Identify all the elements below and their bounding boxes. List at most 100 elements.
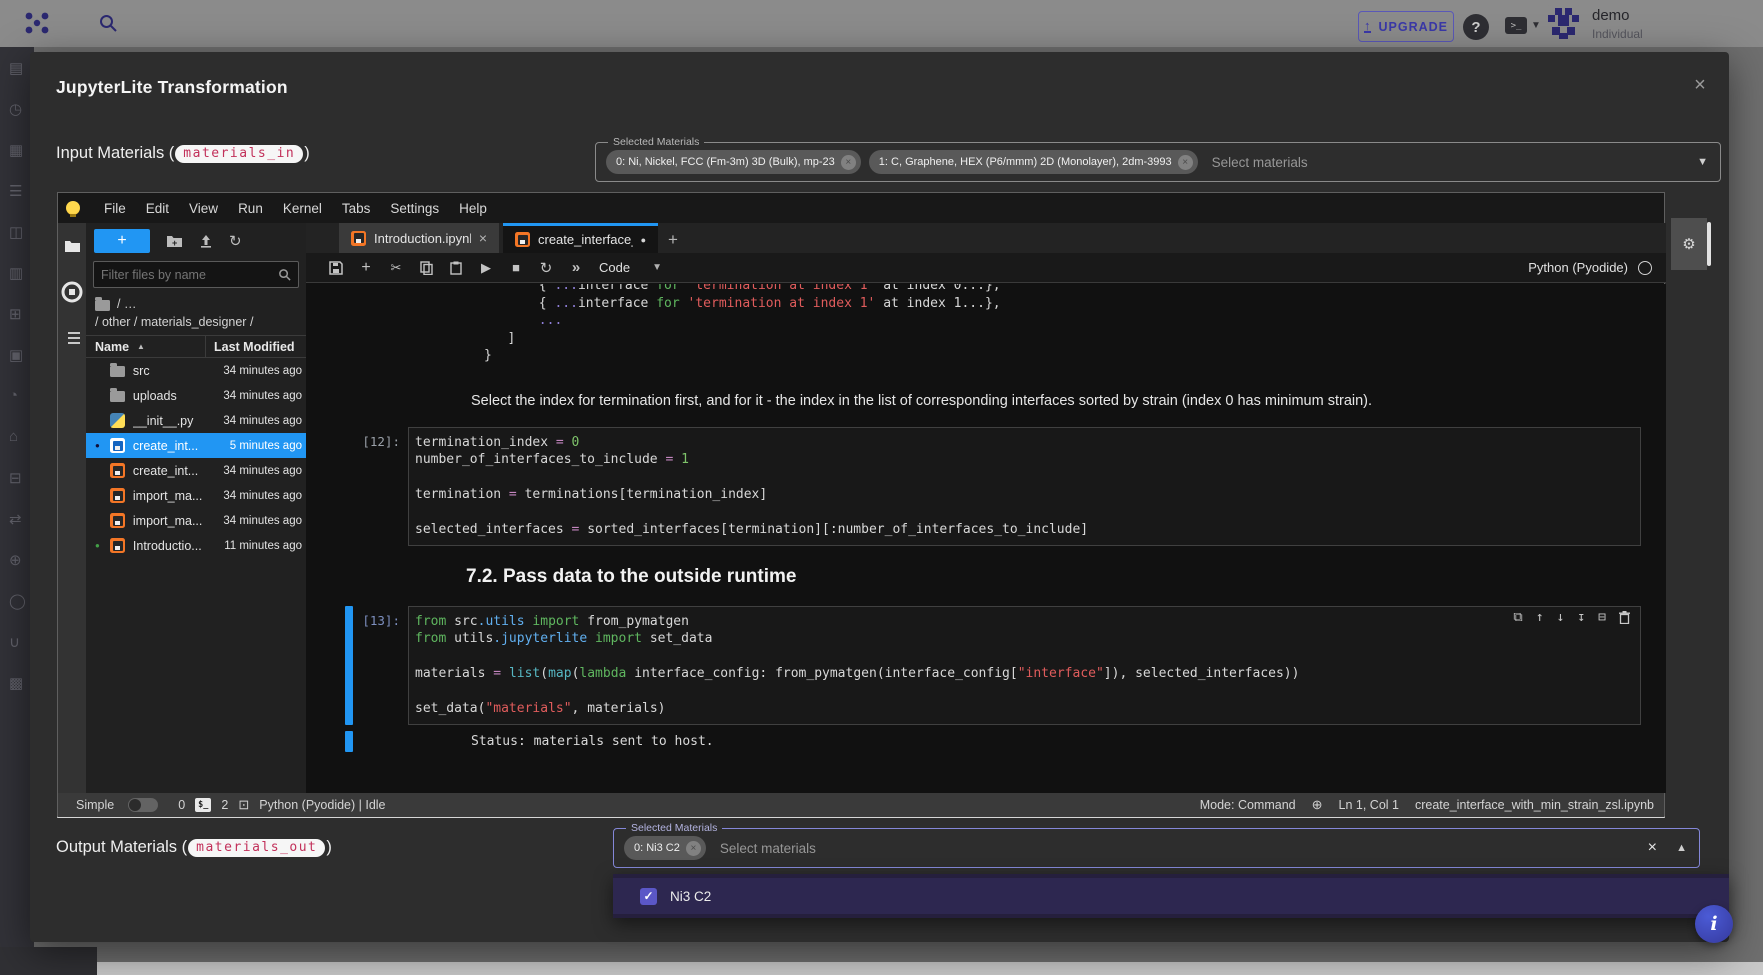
- bank-icon[interactable]: ⌂: [0, 416, 34, 457]
- markdown-cell[interactable]: Select the index for termination first, …: [408, 391, 1372, 411]
- markdown-heading[interactable]: 7.2. Pass data to the outside runtime: [408, 564, 796, 590]
- refresh-icon[interactable]: ↻: [229, 232, 242, 250]
- remove-chip-icon[interactable]: ×: [686, 841, 701, 856]
- run-all-icon[interactable]: »: [561, 259, 591, 276]
- tasks-icon[interactable]: ▣: [0, 334, 34, 375]
- material-chip[interactable]: 0: Ni3 C2×: [624, 836, 706, 860]
- info-button[interactable]: i: [1695, 905, 1733, 943]
- new-launcher-button[interactable]: +: [94, 229, 150, 253]
- list-icon[interactable]: ☰: [0, 170, 34, 211]
- tab-create-interface[interactable]: create_interface_with_min_ ●: [503, 223, 658, 253]
- cell-type-select[interactable]: Code ▼: [599, 260, 662, 275]
- cut-cells-icon[interactable]: ✂: [381, 260, 411, 276]
- breadcrumb[interactable]: / …: [86, 288, 306, 311]
- file-row[interactable]: uploads34 minutes ago: [86, 383, 306, 408]
- menu-kernel[interactable]: Kernel: [273, 201, 332, 216]
- output-materials-select[interactable]: Selected Materials 0: Ni3 C2× Select mat…: [613, 828, 1700, 868]
- menu-view[interactable]: View: [179, 201, 228, 216]
- stop-kernel-icon[interactable]: ■: [501, 260, 531, 275]
- file-row[interactable]: __init__.py34 minutes ago: [86, 408, 306, 433]
- search-icon[interactable]: [98, 13, 118, 33]
- file-row[interactable]: ●create_int...5 minutes ago: [86, 433, 306, 458]
- cell-editor[interactable]: termination_index = 0number_of_interface…: [408, 427, 1641, 546]
- folder-icon[interactable]: ▦: [0, 129, 34, 170]
- cursor-position[interactable]: Ln 1, Col 1: [1339, 798, 1399, 812]
- column-last-modified[interactable]: Last Modified: [206, 340, 295, 354]
- dialog-scrollbar-thumb[interactable]: [1707, 222, 1711, 266]
- remove-chip-icon[interactable]: ×: [1178, 155, 1193, 170]
- chevron-down-icon[interactable]: ▼: [1697, 156, 1708, 168]
- cell-editor[interactable]: from src.utils import from_pymatgenfrom …: [408, 606, 1641, 725]
- grid-icon[interactable]: ▩: [0, 662, 34, 703]
- close-tab-icon[interactable]: ×: [479, 230, 487, 246]
- file-row[interactable]: src34 minutes ago: [86, 358, 306, 383]
- transfer-icon[interactable]: ⇄: [0, 498, 34, 539]
- new-tab-button[interactable]: +: [668, 230, 678, 253]
- save-icon[interactable]: [321, 261, 351, 275]
- upload-icon[interactable]: [199, 234, 213, 248]
- file-row[interactable]: import_ma...34 minutes ago: [86, 508, 306, 533]
- kernel-state[interactable]: Python (Pyodide) | Idle: [259, 798, 385, 812]
- copy-cells-icon[interactable]: [411, 261, 441, 275]
- flask-icon[interactable]: ◫: [0, 211, 34, 252]
- simple-mode-toggle[interactable]: [128, 798, 158, 812]
- upgrade-button[interactable]: ↑ UPGRADE: [1358, 11, 1454, 42]
- menu-tabs[interactable]: Tabs: [332, 201, 381, 216]
- users-icon[interactable]: ⊟: [0, 457, 34, 498]
- settings-gear-button[interactable]: ⚙: [1671, 218, 1707, 270]
- material-chip[interactable]: 1: C, Graphene, HEX (P6/mmm) 2D (Monolay…: [869, 150, 1198, 174]
- chevron-up-icon[interactable]: ▲: [1676, 842, 1687, 854]
- globe-icon[interactable]: ⊕: [0, 539, 34, 580]
- insert-cell-above-icon[interactable]: ⊟: [1598, 610, 1606, 625]
- file-browser-tab[interactable]: [58, 223, 86, 269]
- paste-cells-icon[interactable]: [441, 261, 471, 275]
- notifications-icon[interactable]: ◷: [0, 88, 34, 129]
- notebook-content[interactable]: { ...interface for 'termination at index…: [306, 284, 1666, 793]
- input-materials-select[interactable]: Selected Materials 0: Ni, Nickel, FCC (F…: [595, 142, 1721, 182]
- file-filter-input[interactable]: [101, 268, 278, 282]
- kernel-count[interactable]: 2: [221, 798, 228, 812]
- command-mode-indicator[interactable]: Mode: Command: [1200, 798, 1296, 812]
- tab-introduction[interactable]: Introduction.ipynb ×: [339, 223, 499, 253]
- menu-help[interactable]: Help: [449, 201, 497, 216]
- duplicate-cell-icon[interactable]: ⧉: [1513, 610, 1522, 625]
- menu-file[interactable]: File: [94, 201, 136, 216]
- table-of-contents-tab[interactable]: [58, 315, 86, 361]
- terminal-count[interactable]: 0: [178, 798, 185, 812]
- menu-run[interactable]: Run: [228, 201, 273, 216]
- remove-chip-icon[interactable]: ×: [841, 155, 856, 170]
- file-row[interactable]: ●Introductio...11 minutes ago: [86, 533, 306, 558]
- material-chip[interactable]: 0: Ni, Nickel, FCC (Fm-3m) 3D (Bulk), mp…: [606, 150, 861, 174]
- kernel-name[interactable]: Python (Pyodide): [1528, 260, 1628, 275]
- apps-icon[interactable]: ▤: [0, 47, 34, 88]
- app-logo-icon[interactable]: [24, 10, 50, 36]
- file-filter[interactable]: [93, 261, 299, 288]
- menu-settings[interactable]: Settings: [380, 201, 449, 216]
- restart-kernel-icon[interactable]: ↻: [531, 259, 561, 277]
- book-icon[interactable]: ▥: [0, 252, 34, 293]
- console-menu-button[interactable]: >_ ▼: [1505, 17, 1541, 34]
- help-button[interactable]: ?: [1463, 14, 1489, 40]
- menu-edit[interactable]: Edit: [136, 201, 179, 216]
- run-cell-icon[interactable]: ▶: [471, 260, 501, 276]
- delete-cell-icon[interactable]: [1619, 610, 1630, 625]
- team-icon[interactable]: ⊞: [0, 293, 34, 334]
- dropdown-option[interactable]: ✓Ni3 C2: [613, 878, 1729, 914]
- move-cell-up-icon[interactable]: ↑: [1536, 610, 1544, 625]
- new-folder-icon[interactable]: +: [166, 234, 183, 248]
- circle-icon[interactable]: ◯: [0, 580, 34, 621]
- file-row[interactable]: create_int...34 minutes ago: [86, 458, 306, 483]
- user-name[interactable]: demo: [1592, 7, 1630, 24]
- code-cell-12[interactable]: [12]: termination_index = 0number_of_int…: [306, 427, 1666, 546]
- running-kernels-tab[interactable]: [58, 269, 86, 315]
- clear-selection-icon[interactable]: ×: [1648, 839, 1657, 857]
- close-icon[interactable]: ×: [1685, 70, 1715, 100]
- gauge-icon[interactable]: ◔: [0, 375, 34, 416]
- insert-cell-below-icon[interactable]: ↧: [1577, 610, 1585, 625]
- checkbox-icon[interactable]: ✓: [640, 888, 657, 905]
- magnet-icon[interactable]: ∪: [0, 621, 34, 662]
- column-name[interactable]: Name ▲: [86, 336, 206, 357]
- breadcrumb-path[interactable]: / other / materials_designer /: [86, 311, 306, 336]
- add-cell-icon[interactable]: +: [351, 259, 381, 277]
- move-cell-down-icon[interactable]: ↓: [1557, 610, 1565, 625]
